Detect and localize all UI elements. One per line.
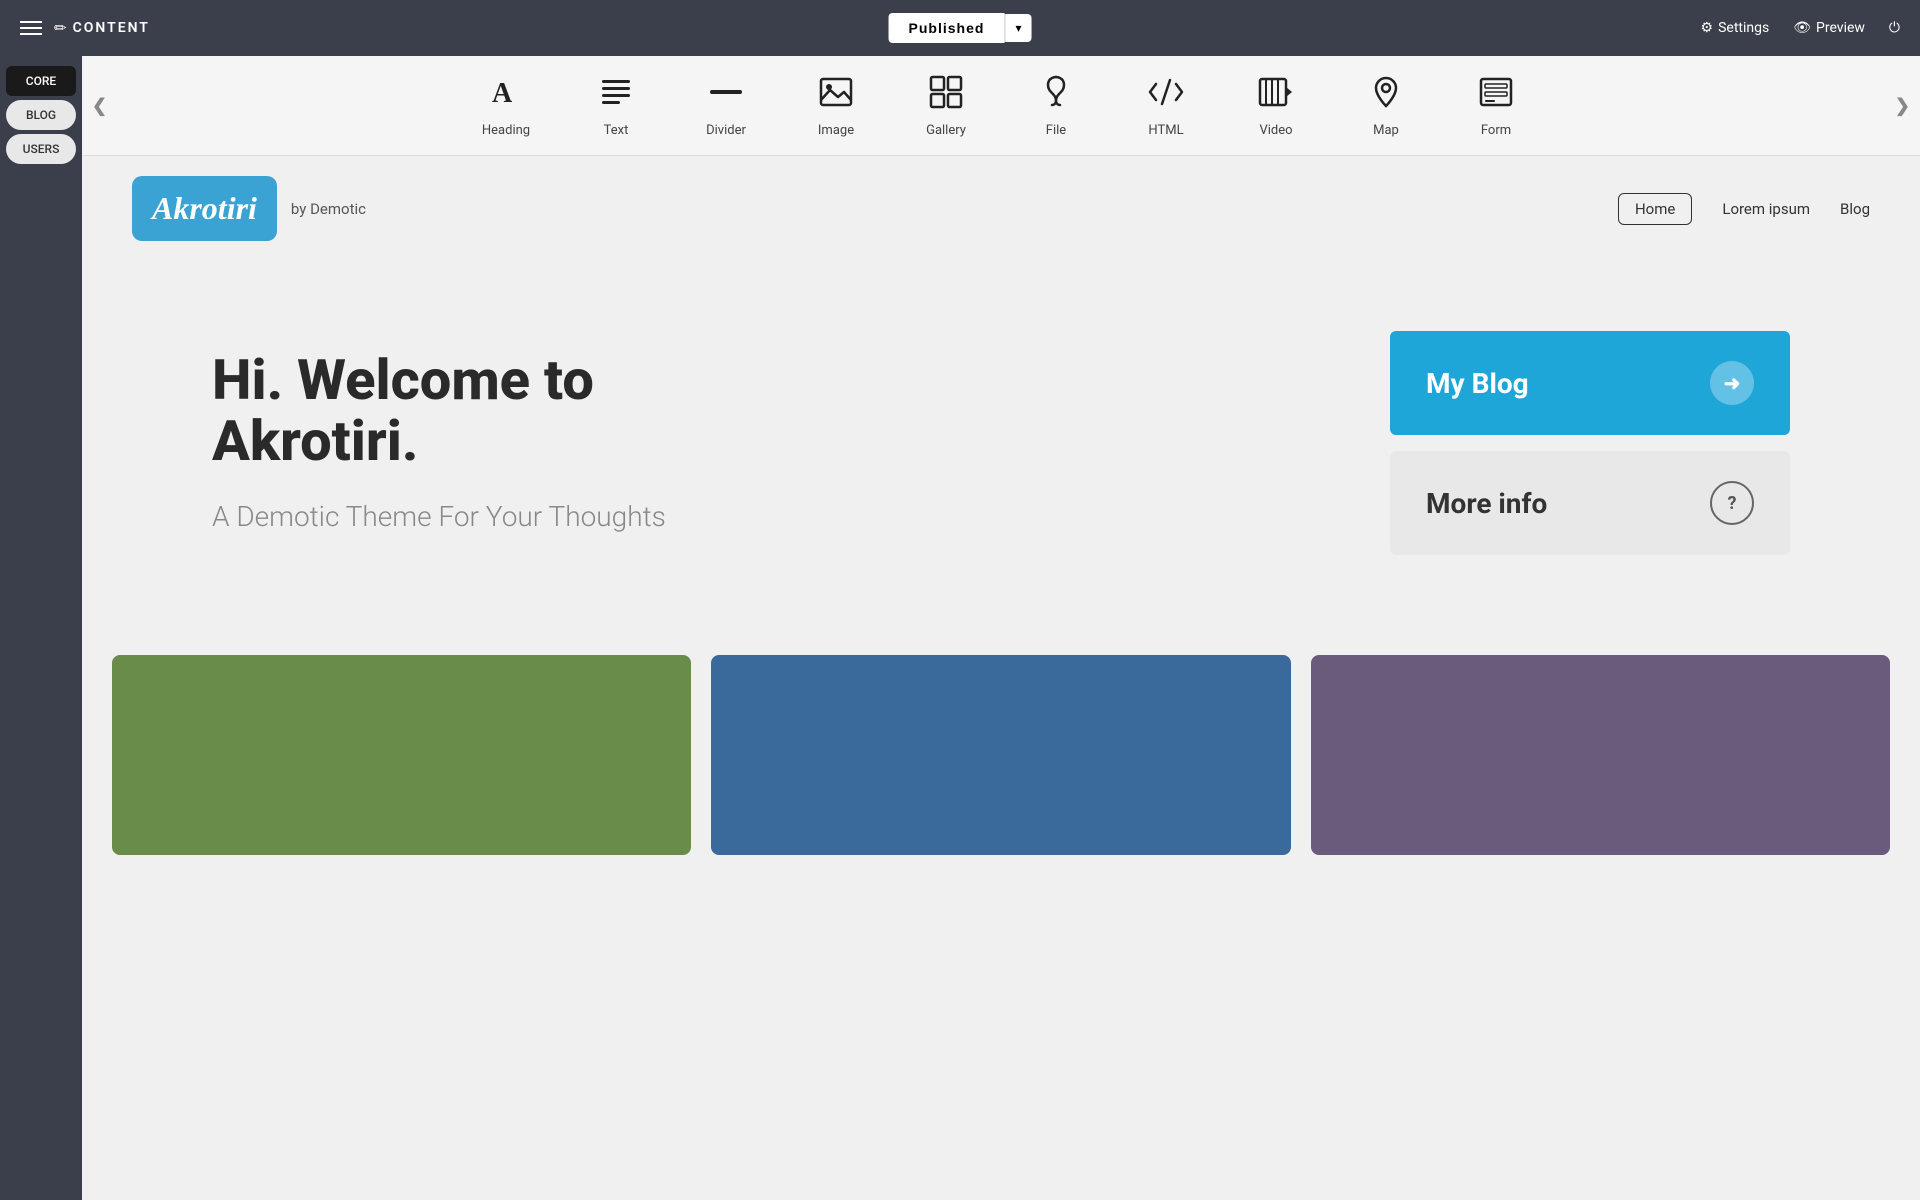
my-blog-label: My Blog — [1426, 367, 1529, 400]
toolbar-arrow-right[interactable]: ❯ — [1895, 95, 1910, 116]
toolbar-item-divider[interactable]: Divider — [671, 61, 781, 151]
toolbar-item-file[interactable]: File — [1001, 61, 1111, 151]
hero-section: Hi. Welcome to Akrotiri. A Demotic Theme… — [112, 251, 1890, 635]
more-info-label: More info — [1426, 487, 1547, 520]
topbar-title: ✏ CONTENT — [54, 19, 150, 37]
card-green[interactable] — [112, 655, 691, 855]
topbar: ✏ CONTENT Published ▾ ⚙ Settings 👁 Previ… — [0, 0, 1920, 56]
toolbar-item-map[interactable]: Map — [1331, 61, 1441, 151]
form-icon — [1478, 74, 1514, 115]
toolbar-item-image[interactable]: Image — [781, 61, 891, 151]
image-icon — [818, 74, 854, 115]
toolbar-label-video: Video — [1259, 123, 1292, 138]
settings-icon: ⚙ — [1701, 20, 1714, 36]
more-info-button[interactable]: More info ? — [1390, 451, 1790, 555]
card-blue[interactable] — [711, 655, 1290, 855]
heading-icon: A — [488, 74, 524, 115]
nav-item-blog[interactable]: Blog — [1840, 200, 1870, 218]
topbar-right: ⚙ Settings 👁 Preview ⏻ — [1701, 20, 1900, 36]
toolbar-item-text[interactable]: Text — [561, 61, 671, 151]
toolbar-item-heading[interactable]: A Heading — [451, 61, 561, 151]
toolbar-arrow-left[interactable]: ❮ — [92, 95, 107, 116]
my-blog-button[interactable]: My Blog ➜ — [1390, 331, 1790, 435]
preview-icon: 👁 — [1793, 20, 1811, 36]
cards-row — [112, 655, 1890, 855]
toolbar-label-map: Map — [1373, 123, 1399, 138]
site-logo-area: Akrotiri by Demotic — [132, 176, 366, 241]
hero-right: My Blog ➜ More info ? — [1390, 331, 1790, 555]
publish-area: Published ▾ — [889, 13, 1032, 43]
power-button[interactable]: ⏻ — [1889, 20, 1900, 36]
toolbar-label-html: HTML — [1148, 123, 1183, 138]
main-content: Akrotiri by Demotic Home Lorem ipsum Blo… — [82, 156, 1920, 875]
topbar-left: ✏ CONTENT — [20, 19, 150, 37]
site-logo: Akrotiri — [132, 176, 277, 241]
gallery-icon — [928, 74, 964, 115]
publish-button[interactable]: Published — [889, 13, 1005, 43]
edit-icon: ✏ — [54, 19, 67, 37]
toolbar-label-form: Form — [1481, 123, 1511, 138]
sidebar-item-users[interactable]: USERS — [6, 134, 76, 164]
toolbar-items: A Heading Text Divider — [122, 61, 1880, 151]
settings-button[interactable]: ⚙ Settings — [1701, 20, 1770, 36]
hamburger-menu[interactable] — [20, 21, 42, 35]
content-toolbar: ❮ A Heading Text Divider — [82, 56, 1920, 156]
nav-item-home[interactable]: Home — [1618, 193, 1692, 225]
sidebar: CORE BLOG USERS — [0, 56, 82, 1200]
divider-icon — [708, 74, 744, 115]
toolbar-item-form[interactable]: Form — [1441, 61, 1551, 151]
toolbar-item-gallery[interactable]: Gallery — [891, 61, 1001, 151]
file-icon — [1038, 74, 1074, 115]
sidebar-item-core[interactable]: CORE — [6, 66, 76, 96]
html-icon — [1148, 74, 1184, 115]
toolbar-item-video[interactable]: Video — [1221, 61, 1331, 151]
hero-title: Hi. Welcome to Akrotiri. — [212, 350, 762, 473]
power-icon: ⏻ — [1889, 20, 1900, 36]
preview-button[interactable]: 👁 Preview — [1793, 20, 1865, 36]
toolbar-label-image: Image — [818, 123, 854, 138]
toolbar-item-html[interactable]: HTML — [1111, 61, 1221, 151]
hero-subtitle: A Demotic Theme For Your Thoughts — [212, 497, 762, 536]
toolbar-label-file: File — [1046, 123, 1066, 138]
toolbar-label-divider: Divider — [706, 123, 746, 138]
site-header: Akrotiri by Demotic Home Lorem ipsum Blo… — [112, 176, 1890, 241]
more-info-question-icon: ? — [1710, 481, 1754, 525]
site-by-text: by Demotic — [291, 200, 366, 218]
toolbar-label-gallery: Gallery — [926, 123, 966, 138]
nav-item-lorem[interactable]: Lorem ipsum — [1722, 200, 1810, 218]
publish-dropdown-button[interactable]: ▾ — [1004, 14, 1031, 42]
site-nav: Home Lorem ipsum Blog — [1618, 193, 1870, 225]
sidebar-item-blog[interactable]: BLOG — [6, 100, 76, 130]
my-blog-arrow-icon: ➜ — [1710, 361, 1754, 405]
text-icon — [598, 74, 634, 115]
card-purple[interactable] — [1311, 655, 1890, 855]
hero-left: Hi. Welcome to Akrotiri. A Demotic Theme… — [212, 350, 762, 536]
video-icon — [1258, 74, 1294, 115]
toolbar-label-text: Text — [604, 123, 629, 138]
toolbar-label-heading: Heading — [482, 123, 530, 138]
svg-text:A: A — [492, 78, 513, 109]
map-icon — [1368, 74, 1404, 115]
